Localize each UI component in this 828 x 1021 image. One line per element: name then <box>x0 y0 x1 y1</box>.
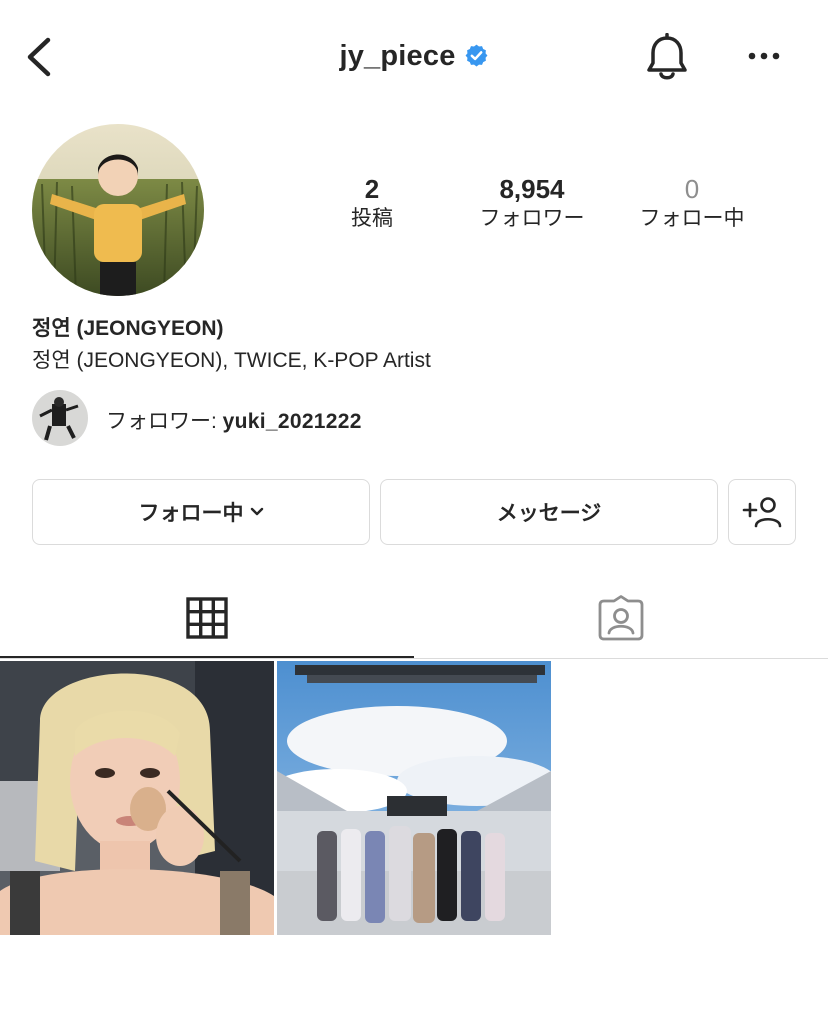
avatar-photo <box>32 124 204 296</box>
followed-by-prefix: フォロワー: <box>106 410 223 433</box>
active-tab-indicator <box>0 656 414 658</box>
verified-badge-icon <box>465 44 487 67</box>
tab-posts-grid[interactable] <box>0 578 414 658</box>
stat-followers-label: フォロワー <box>479 207 585 230</box>
post-thumbnail[interactable] <box>0 661 274 935</box>
stat-followers-count: 8,954 <box>499 174 565 204</box>
stat-following-label: フォロー中 <box>639 207 745 230</box>
stat-following[interactable]: 0 フォロー中 <box>617 174 767 234</box>
stat-followers[interactable]: 8,954 フォロワー <box>457 174 607 234</box>
profile-avatar[interactable] <box>32 124 204 296</box>
stat-posts-label: 投稿 <box>351 207 393 230</box>
bell-icon[interactable] <box>644 33 690 83</box>
followed-by-text[interactable]: フォロワー: yuki_2021222 <box>106 405 362 435</box>
chevron-down-icon <box>250 507 263 516</box>
mutual-follower-photo <box>32 390 88 446</box>
grid-icon <box>186 597 228 639</box>
mutual-follower-avatar[interactable] <box>32 390 88 446</box>
profile-bio: 정연 (JEONGYEON), TWICE, K-POP Artist <box>32 349 431 372</box>
tab-tagged[interactable] <box>414 578 828 658</box>
post-photo-stadium <box>277 661 551 935</box>
message-button-label: メッセージ <box>496 502 602 525</box>
profile-username-header: jy_piece <box>0 40 828 73</box>
suggest-users-button[interactable] <box>728 479 796 545</box>
add-user-icon <box>742 497 782 528</box>
stat-posts-count: 2 <box>364 174 380 204</box>
following-button-label: フォロー中 <box>138 502 244 525</box>
followed-by-username[interactable]: yuki_2021222 <box>223 410 362 433</box>
post-thumbnail[interactable] <box>277 661 551 935</box>
stat-posts[interactable]: 2 投稿 <box>297 174 447 234</box>
post-photo-selfie <box>0 661 274 935</box>
stat-following-count: 0 <box>684 174 700 204</box>
message-button[interactable]: メッセージ <box>380 479 718 545</box>
following-button[interactable]: フォロー中 <box>32 479 370 545</box>
tagged-person-icon <box>598 595 644 641</box>
username-text: jy_piece <box>339 40 456 72</box>
tab-divider <box>0 658 828 659</box>
more-options-icon[interactable] <box>747 50 781 62</box>
profile-display-name: 정연 (JEONGYEON) <box>32 317 224 340</box>
